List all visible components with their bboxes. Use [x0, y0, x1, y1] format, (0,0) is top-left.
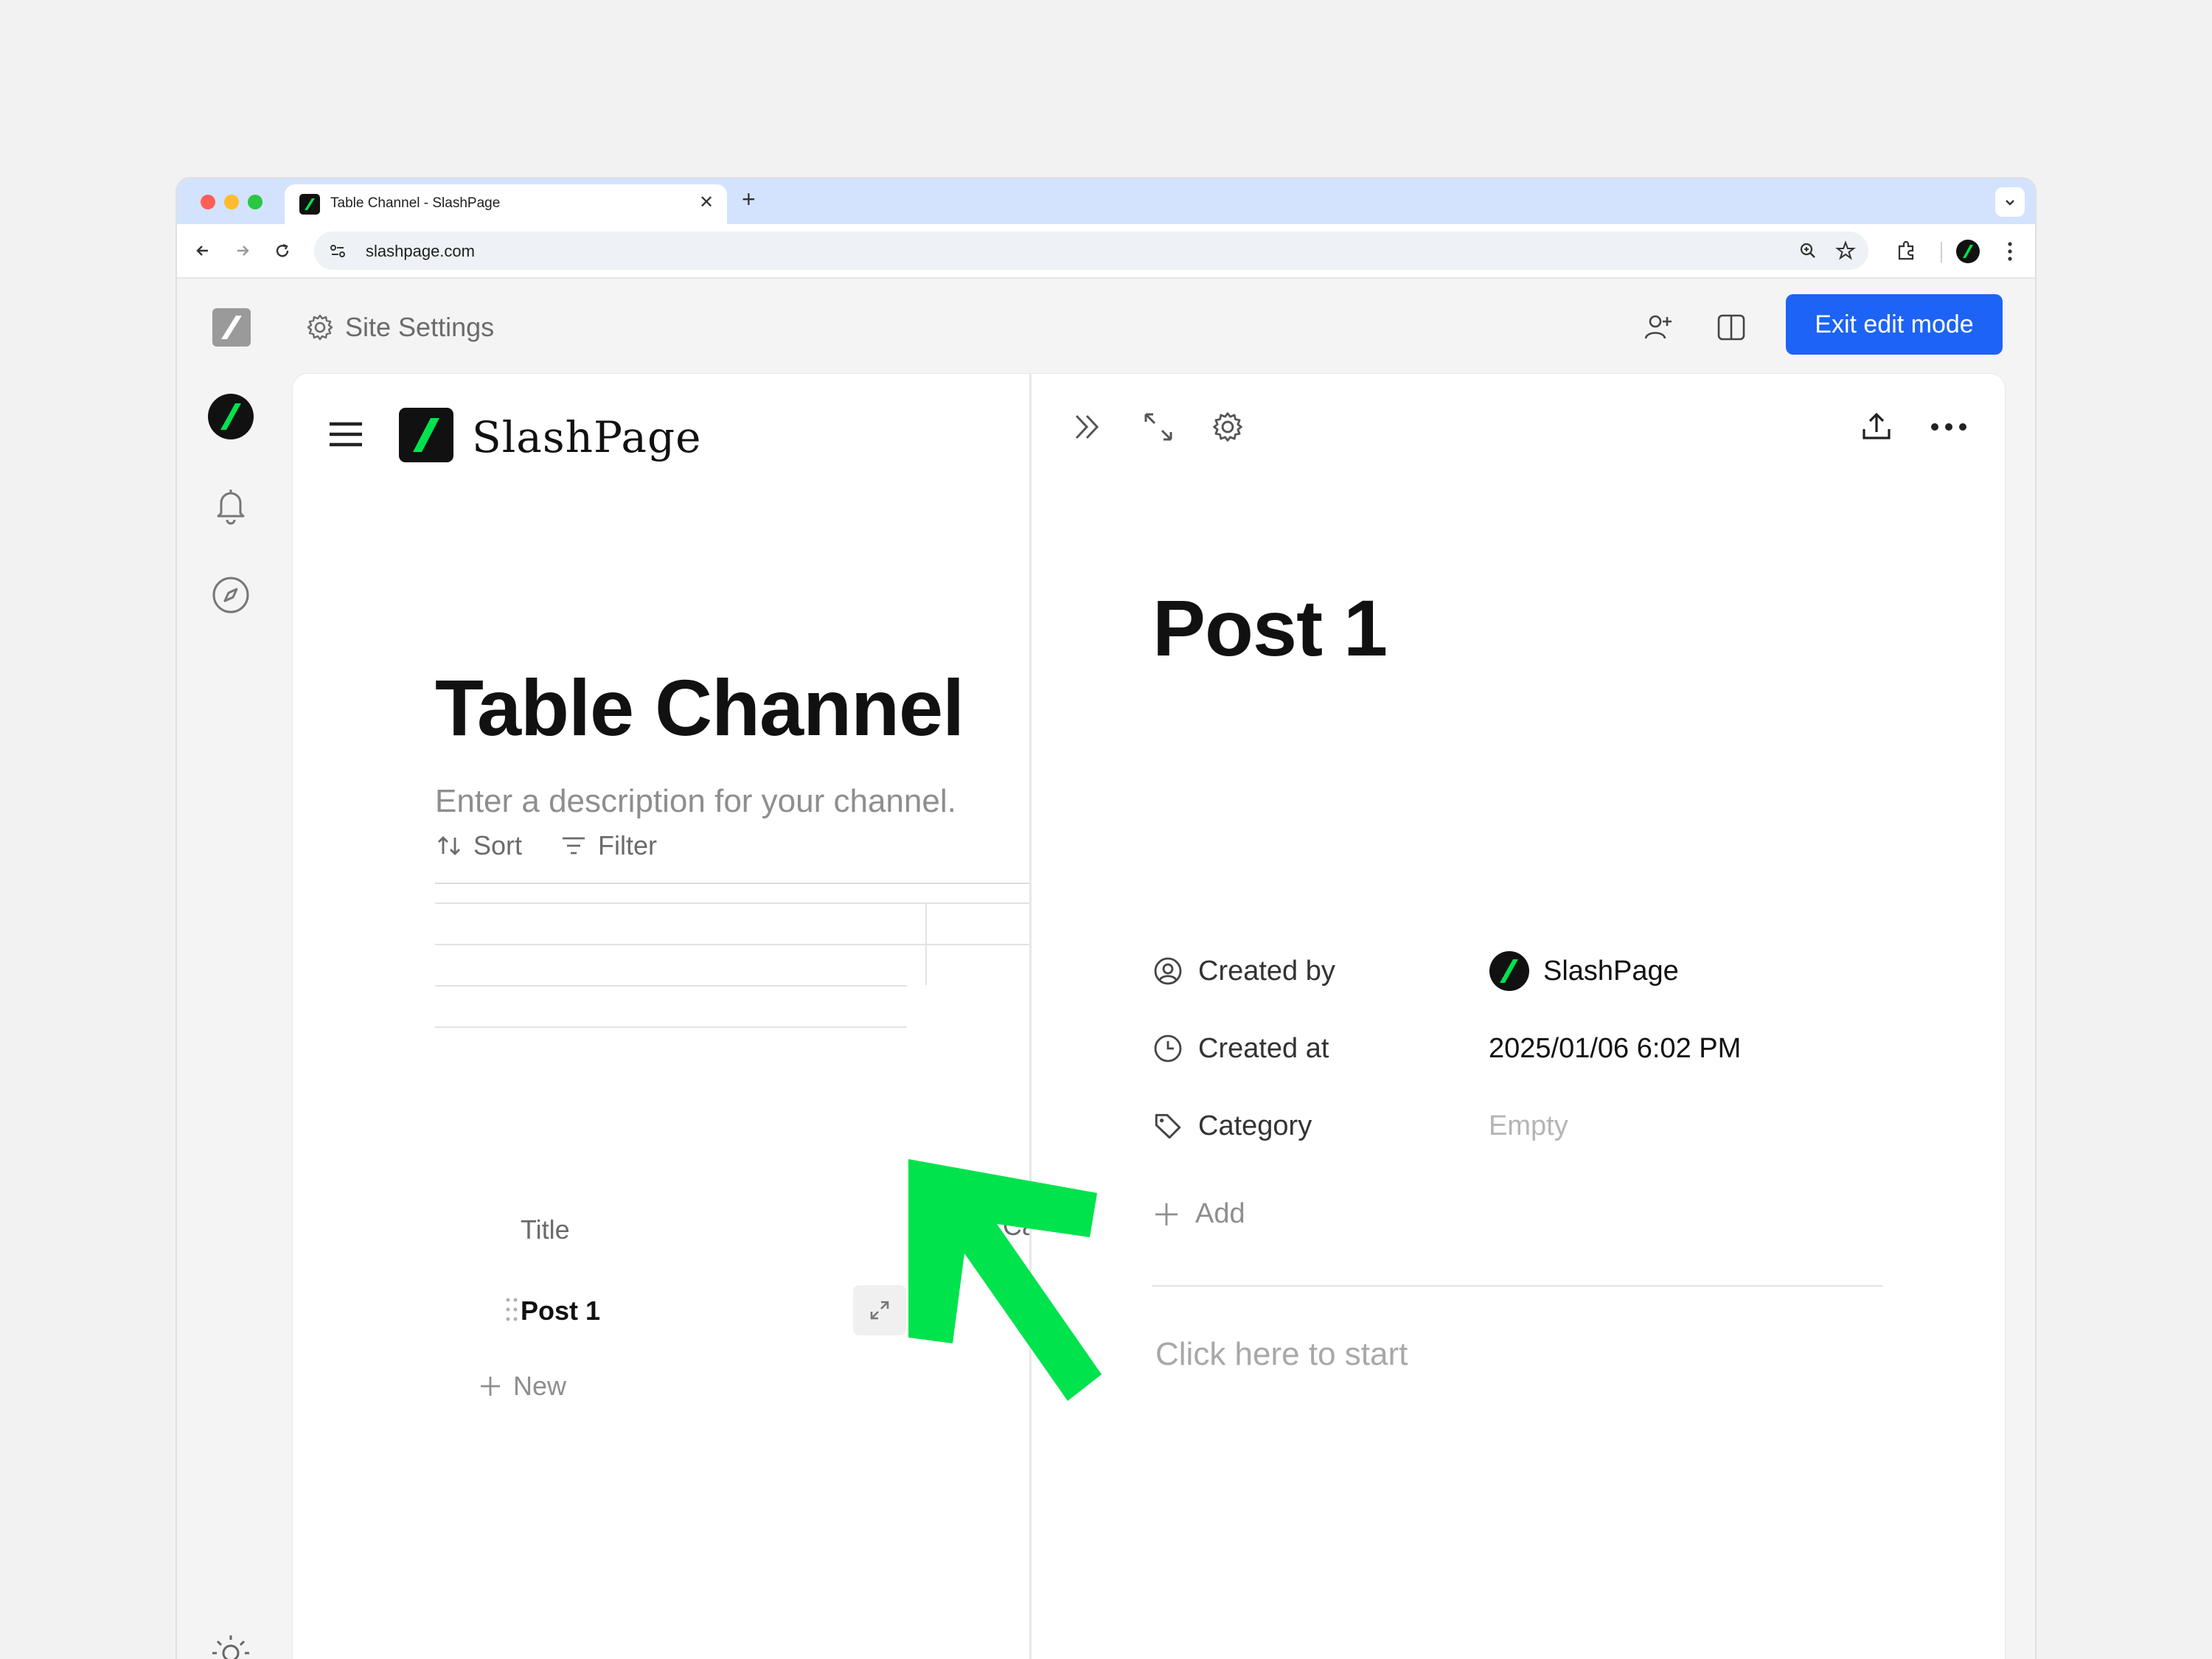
- sun-icon[interactable]: [206, 1624, 255, 1659]
- address-bar[interactable]: slashpage.com: [314, 232, 1868, 270]
- brand-logo-icon[interactable]: [399, 408, 453, 462]
- minimize-window-button[interactable]: [224, 195, 239, 209]
- site-settings-label: Site Settings: [345, 312, 495, 342]
- filter-icon: [563, 837, 585, 855]
- compass-icon[interactable]: [206, 571, 255, 619]
- property-created-at[interactable]: Created at 2025/01/06 6:02 PM: [1152, 1026, 1741, 1071]
- toolbar-divider: [435, 883, 1030, 884]
- zoom-icon[interactable]: [1798, 240, 1818, 261]
- gear-icon: [307, 314, 333, 341]
- drag-handle-icon[interactable]: [504, 1296, 521, 1323]
- slashpage-app-logo[interactable]: [212, 308, 251, 347]
- tab-strip: Table Channel - SlashPage ✕ +: [177, 178, 2035, 224]
- browser-window: Table Channel - SlashPage ✕ + slashpage.…: [177, 178, 2035, 1659]
- site-info-icon[interactable]: [327, 240, 348, 261]
- table-row-title[interactable]: Post 1: [521, 1295, 600, 1326]
- add-property-label: Add: [1195, 1198, 1245, 1229]
- toolbar-separator: [1941, 242, 1942, 262]
- filter-button[interactable]: Filter: [560, 827, 657, 864]
- post-panel: Post 1 Created by SlashPage Created at 2…: [1030, 374, 2005, 1659]
- property-label: Category: [1198, 1110, 1312, 1141]
- add-property-button[interactable]: Add: [1152, 1198, 1245, 1230]
- clock-icon: [1154, 1034, 1182, 1062]
- invite-user-icon[interactable]: [1640, 308, 1678, 347]
- property-value: SlashPage: [1543, 955, 1679, 987]
- brand-name[interactable]: SlashPage: [472, 412, 701, 462]
- site-settings-button[interactable]: Site Settings: [305, 308, 494, 347]
- browser-toolbar: slashpage.com: [177, 224, 2035, 279]
- property-label: Created at: [1198, 1032, 1329, 1064]
- tab-close-icon[interactable]: ✕: [699, 192, 714, 213]
- url-text: slashpage.com: [366, 242, 475, 260]
- new-tab-icon[interactable]: +: [742, 186, 756, 212]
- tag-icon: [1155, 1113, 1181, 1139]
- new-row-button[interactable]: New: [478, 1371, 566, 1402]
- filter-label: Filter: [598, 830, 657, 860]
- tab-search-icon[interactable]: [1995, 187, 2025, 217]
- new-row-label: New: [513, 1371, 567, 1401]
- browser-menu-icon[interactable]: [2006, 239, 2014, 264]
- channel-description-input[interactable]: Enter a description for your channel.: [435, 783, 956, 820]
- user-circle-icon: [1154, 957, 1182, 985]
- property-value: 2025/01/06 6:02 PM: [1489, 1032, 1742, 1064]
- sort-label: Sort: [473, 830, 523, 860]
- column-header-title[interactable]: Title: [521, 1214, 570, 1245]
- browser-tab[interactable]: Table Channel - SlashPage ✕: [285, 184, 727, 224]
- post-body-editor[interactable]: Click here to start: [1155, 1336, 1408, 1373]
- more-options-icon[interactable]: [1928, 406, 1969, 448]
- profile-icon[interactable]: [1955, 239, 1980, 264]
- open-row-button[interactable]: [853, 1285, 906, 1335]
- table-bottom-border: [435, 1026, 907, 1028]
- split-view-icon[interactable]: [1712, 308, 1750, 347]
- channel-title[interactable]: Table Channel: [435, 661, 964, 754]
- post-title[interactable]: Post 1: [1152, 582, 1388, 674]
- expand-icon: [870, 1301, 889, 1320]
- plus-icon: [481, 1377, 500, 1396]
- site-avatar-icon[interactable]: [206, 392, 255, 441]
- exit-edit-mode-button[interactable]: Exit edit mode: [1786, 294, 2003, 355]
- properties-divider: [1152, 1285, 1883, 1287]
- maximize-window-button[interactable]: [248, 195, 262, 209]
- bell-icon[interactable]: [206, 481, 255, 529]
- column-divider: [925, 902, 927, 985]
- slashpage-favicon-icon: [299, 194, 320, 215]
- tab-title: Table Channel - SlashPage: [330, 195, 501, 211]
- back-icon[interactable]: [190, 238, 215, 263]
- post-settings-gear-icon[interactable]: [1207, 406, 1248, 448]
- close-window-button[interactable]: [201, 195, 215, 209]
- sort-icon: [438, 836, 460, 855]
- table-header-border: [435, 944, 1030, 945]
- table-row-border: [435, 985, 907, 987]
- extensions-icon[interactable]: [1895, 239, 1919, 262]
- property-category[interactable]: Category Empty: [1152, 1104, 1568, 1148]
- property-value-empty[interactable]: Empty: [1489, 1110, 1568, 1142]
- plus-icon: [1155, 1203, 1178, 1225]
- reload-icon[interactable]: [270, 238, 295, 263]
- close-panel-chevrons-icon[interactable]: [1067, 406, 1108, 448]
- property-label: Created by: [1198, 955, 1335, 987]
- fullscreen-icon[interactable]: [1138, 406, 1179, 448]
- channel-panel: SlashPage Table Channel Enter a descript…: [293, 374, 1030, 1659]
- bookmark-star-icon[interactable]: [1834, 240, 1857, 262]
- forward-icon[interactable]: [230, 238, 255, 263]
- table-top-border: [435, 902, 1030, 904]
- tag-icon: [967, 1214, 992, 1239]
- share-upload-icon[interactable]: [1856, 406, 1897, 448]
- sort-button[interactable]: Sort: [435, 827, 522, 864]
- hamburger-menu-icon[interactable]: [328, 420, 364, 449]
- author-avatar: [1489, 951, 1529, 991]
- property-created-by[interactable]: Created by SlashPage: [1152, 949, 1679, 993]
